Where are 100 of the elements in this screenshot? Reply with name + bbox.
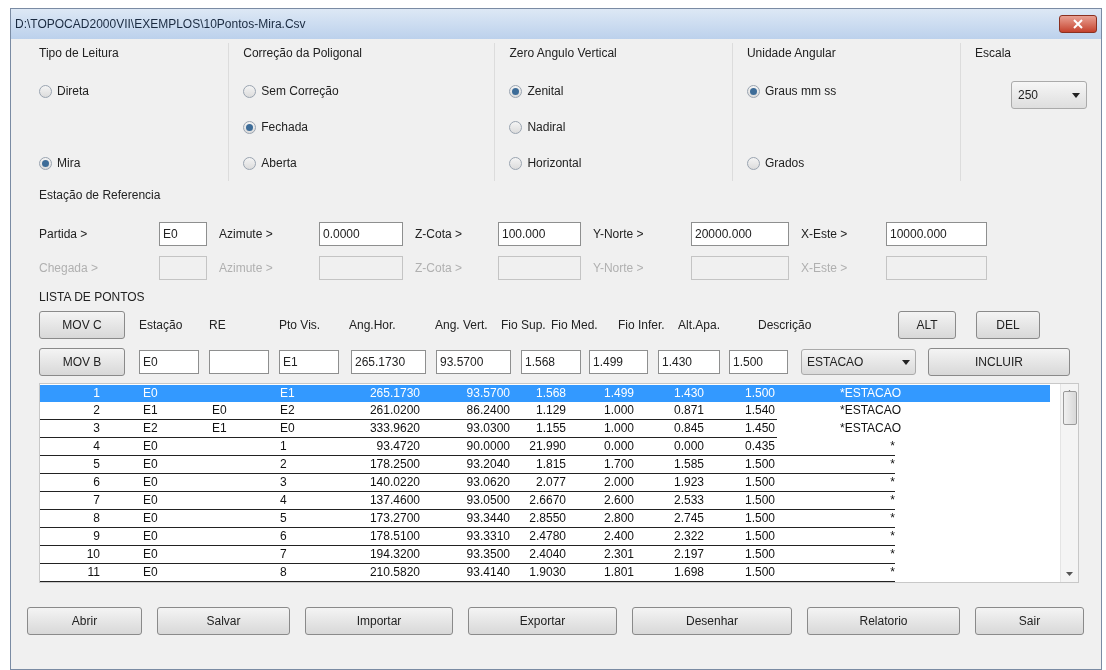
list-cell: E1: [210, 420, 278, 438]
alt-button[interactable]: ALT: [898, 311, 956, 339]
radio-option[interactable]: Grados: [746, 153, 805, 173]
list-cell: 2.000: [567, 474, 636, 492]
input-field[interactable]: 1.568: [521, 350, 581, 374]
arrow-down-icon[interactable]: [1066, 572, 1073, 576]
list-row[interactable]: 10 E0 7 194.3200 93.3500 2.4040 2.301 2.197 1.500 *: [40, 546, 1060, 564]
list-row[interactable]: 4 E0 1 93.4720 90.0000 21.990 0.000 0.000 0.435 *: [40, 438, 1060, 456]
radio-button[interactable]: [509, 84, 523, 98]
close-button[interactable]: [1059, 15, 1097, 33]
list-cell: 1.815: [512, 456, 567, 474]
list-cell-text: 93.5700: [465, 385, 511, 402]
description-dropdown[interactable]: ESTACAO: [801, 349, 916, 375]
input-field[interactable]: E0: [139, 350, 199, 374]
radio-button[interactable]: [746, 84, 760, 98]
list-cell: 2.745: [636, 510, 706, 528]
radio-option[interactable]: Zenital: [509, 81, 564, 101]
radio-button[interactable]: [243, 120, 257, 134]
move-button[interactable]: MOV B: [39, 348, 125, 376]
list-cell: E0: [118, 564, 210, 582]
input-field[interactable]: 93.5700: [436, 350, 511, 374]
list-cell-text: E0: [142, 385, 159, 402]
list-row[interactable]: 5 E0 2 178.2500 93.2040 1.815 1.700 1.585 1.500 *: [40, 456, 1060, 474]
dialog-button[interactable]: Relatorio: [807, 607, 960, 635]
list-cell: E0: [210, 402, 278, 420]
list-cell: 2.322: [636, 528, 706, 546]
input-field[interactable]: 265.1730: [351, 350, 426, 374]
list-row[interactable]: 2 E1 E0 E2 261.0200 86.2400 1.129 1.000 0.871 1.540 *ESTACAO: [40, 402, 1060, 420]
list-row[interactable]: 6 E0 3 140.0220 93.0620 2.077 2.000 1.923 1.500 *: [40, 474, 1060, 492]
scale-dropdown[interactable]: 250: [1011, 81, 1087, 109]
list-cell: 0.871: [636, 402, 706, 420]
list-cell: 2.400: [567, 528, 636, 546]
dialog-button[interactable]: Desenhar: [632, 607, 792, 635]
close-icon: [1073, 19, 1083, 29]
radio-option[interactable]: Nadiral: [509, 117, 566, 137]
list-row[interactable]: 7 E0 4 137.4600 93.0500 2.6670 2.600 2.533 1.500 *: [40, 492, 1060, 510]
column-header: RE: [209, 317, 227, 334]
list-cell: 6: [40, 474, 118, 492]
list-cell: 2.197: [636, 546, 706, 564]
radio-option[interactable]: Direta: [39, 81, 89, 101]
delete-button[interactable]: DEL: [976, 311, 1040, 339]
caret-icon: [902, 359, 910, 365]
list-cell: 2.301: [567, 546, 636, 564]
list-cell: 93.3440: [422, 510, 512, 528]
radio-option[interactable]: Fechada: [243, 117, 308, 137]
input-field[interactable]: 20000.000: [691, 222, 789, 246]
list-cell: 1.540: [706, 402, 777, 420]
radio-button[interactable]: [243, 156, 257, 170]
list-cell: 1.700: [567, 456, 636, 474]
list-cell: 1: [278, 438, 350, 456]
dialog-button[interactable]: Abrir: [27, 607, 142, 635]
input-field[interactable]: 1.430: [658, 350, 720, 374]
list-cell: 93.3310: [422, 528, 512, 546]
list-cell: 1.450: [706, 420, 777, 438]
group-title: Tipo de Leitura: [39, 45, 119, 62]
list-row[interactable]: 9 E0 6 178.5100 93.3310 2.4780 2.400 2.322 1.500 *: [40, 528, 1060, 546]
list-row[interactable]: 3 E2 E1 E0 333.9620 93.0300 1.155 1.000 0.845 1.450 *ESTACAO: [40, 420, 1060, 438]
list-cell: *: [777, 456, 895, 474]
list-row[interactable]: 8 E0 5 173.2700 93.3440 2.8550 2.800 2.745 1.500 *: [40, 510, 1060, 528]
radio-option[interactable]: Graus mm ss: [746, 81, 837, 101]
input-field[interactable]: 1.499: [589, 350, 648, 374]
list-cell: 6: [278, 528, 350, 546]
input-field[interactable]: 100.000: [498, 222, 581, 246]
radio-button[interactable]: [746, 156, 760, 170]
list-cell: 1.155: [512, 420, 567, 438]
list-cell: 2.077: [512, 474, 567, 492]
radio-button[interactable]: [509, 156, 523, 170]
radio-option[interactable]: Horizontal: [509, 153, 582, 173]
list-cell: 0.435: [706, 438, 777, 456]
radio-option[interactable]: Sem Correção: [243, 81, 339, 101]
scroll-thumb[interactable]: [1062, 391, 1077, 425]
list-cell: 93.3500: [422, 546, 512, 564]
input-field[interactable]: E1: [279, 350, 339, 374]
list-row[interactable]: 11 E0 8 210.5820 93.4140 1.9030 1.801 1.698 1.500 *: [40, 564, 1060, 582]
radio-option[interactable]: Aberta: [243, 153, 297, 173]
radio-button[interactable]: [39, 156, 52, 170]
list-cell: 93.4720: [350, 438, 422, 456]
list-cell: 1.500: [706, 492, 777, 510]
column-header: Ang.Hor.: [349, 317, 397, 334]
dialog-button[interactable]: Exportar: [468, 607, 617, 635]
input-field[interactable]: 0.0000: [319, 222, 403, 246]
dialog-button[interactable]: Salvar: [157, 607, 290, 635]
dialog-button[interactable]: Importar: [305, 607, 453, 635]
input-field[interactable]: 1.500: [729, 350, 788, 374]
radio-button[interactable]: [39, 84, 52, 98]
scrollbar[interactable]: [1060, 384, 1078, 582]
list-cell-text: *ESTACAO: [839, 385, 902, 402]
radio-button[interactable]: [509, 120, 523, 134]
radio-button[interactable]: [243, 84, 257, 98]
move-button[interactable]: MOV C: [39, 311, 125, 339]
input-field[interactable]: E0: [159, 222, 207, 246]
list-cell: 8: [278, 564, 350, 582]
radio-option[interactable]: Mira: [39, 153, 81, 173]
include-button[interactable]: INCLUIR: [928, 348, 1070, 376]
field-label: Azimute >: [219, 260, 274, 277]
dialog-button[interactable]: Sair: [975, 607, 1084, 635]
input-field[interactable]: 10000.000: [886, 222, 987, 246]
list-cell: 4: [278, 492, 350, 510]
input-field[interactable]: [209, 350, 269, 374]
list-cell: 4: [40, 438, 118, 456]
